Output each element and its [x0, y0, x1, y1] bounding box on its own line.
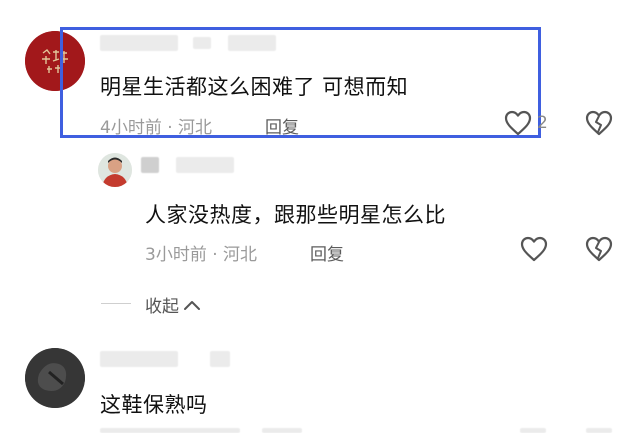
username-extra-comment-2 — [176, 157, 234, 173]
username-comment-2[interactable] — [141, 157, 159, 173]
collapse-button[interactable]: 收起 — [145, 292, 202, 317]
avatar-dark-image — [25, 348, 85, 408]
heart-outline-icon — [504, 110, 532, 136]
chevron-up-icon — [184, 300, 200, 310]
dislike-button-cutoff[interactable] — [586, 428, 612, 433]
reply-text: 人家没热度，跟那些明星怎么比 — [145, 203, 446, 227]
like-button[interactable] — [504, 110, 532, 136]
broken-heart-icon — [585, 110, 613, 136]
like-count: 2 — [537, 113, 548, 133]
dislike-button[interactable] — [585, 236, 613, 262]
comment-text: 这鞋保熟吗 — [100, 393, 208, 417]
reply-meta: 3小时前 · 河北 — [145, 245, 258, 265]
reply-button[interactable]: 回复 — [310, 240, 344, 265]
username-comment-3[interactable] — [100, 351, 178, 367]
broken-heart-icon — [585, 236, 613, 262]
username-extra-comment-3 — [210, 351, 230, 367]
reply-button-cutoff[interactable] — [262, 428, 302, 433]
avatar-person-image — [98, 153, 132, 187]
heart-outline-icon — [520, 236, 548, 262]
highlight-box — [60, 27, 541, 138]
collapse-label: 收起 — [145, 297, 179, 317]
dislike-button[interactable] — [585, 110, 613, 136]
comment-meta-cutoff — [100, 428, 240, 433]
collapse-divider — [101, 303, 131, 304]
avatar-comment-3[interactable] — [25, 348, 85, 408]
avatar-comment-2[interactable] — [98, 153, 132, 187]
like-button-cutoff[interactable] — [520, 428, 546, 433]
like-button[interactable] — [520, 236, 548, 262]
